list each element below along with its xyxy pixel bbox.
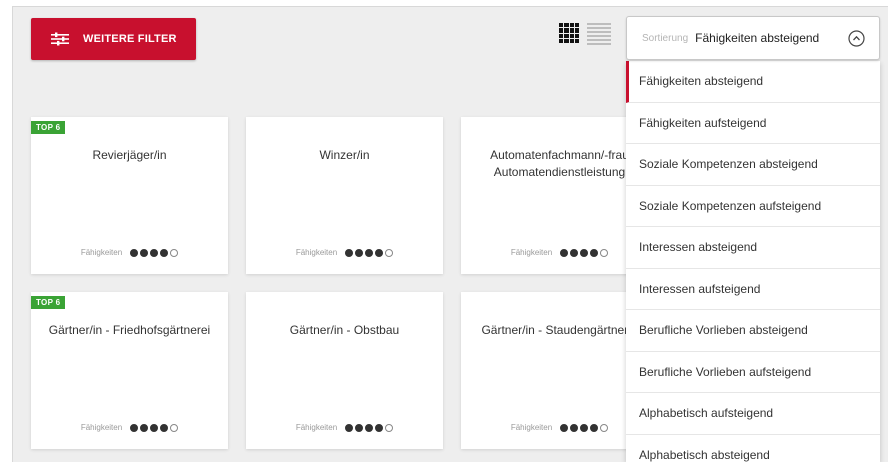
- rating-dot-empty: [600, 248, 609, 257]
- rating-dot-filled: [345, 423, 354, 432]
- rating-dot-filled: [580, 248, 589, 257]
- job-title: Revierjäger/in: [92, 148, 167, 162]
- sort-option[interactable]: Interessen aufsteigend: [626, 269, 880, 310]
- job-title: Gärtner/in - Staudengärtnerei: [481, 323, 638, 337]
- rating-dot-filled: [365, 248, 374, 257]
- sliders-icon: [51, 32, 69, 46]
- job-card[interactable]: TOP 6 Revierjäger/in Fähigkeiten: [31, 117, 228, 274]
- rating-dot-filled: [140, 423, 149, 432]
- job-title: Gärtner/in - Friedhofsgärtnerei: [48, 323, 211, 337]
- rating-dots: [560, 423, 609, 432]
- chevron-up-circle-icon: [848, 30, 865, 47]
- rating-dot-filled: [150, 248, 159, 257]
- sort-option[interactable]: Fähigkeiten absteigend: [626, 61, 880, 103]
- sort-option[interactable]: Soziale Kompetenzen aufsteigend: [626, 186, 880, 227]
- sort-selected-value: Fähigkeiten absteigend: [695, 31, 820, 45]
- job-title: Automatenfachmann/-frau Automatendienstl…: [490, 148, 629, 179]
- rating-dot-filled: [590, 248, 599, 257]
- rating-dot-empty: [385, 248, 394, 257]
- skill-label: Fähigkeiten: [295, 248, 338, 257]
- skill-label: Fähigkeiten: [510, 423, 553, 432]
- skill-label: Fähigkeiten: [510, 248, 553, 257]
- rating-dot-filled: [130, 248, 139, 257]
- grid-view-icon[interactable]: [559, 23, 579, 43]
- job-title: Winzer/in: [319, 148, 370, 162]
- rating-dot-filled: [150, 423, 159, 432]
- sort-option[interactable]: Fähigkeiten aufsteigend: [626, 103, 880, 144]
- rating-dot-filled: [355, 423, 364, 432]
- job-title: Gärtner/in - Obstbau: [289, 323, 400, 337]
- sort-select[interactable]: Sortierung Fähigkeiten absteigend: [626, 16, 880, 60]
- skill-rating: Fähigkeiten: [246, 248, 443, 257]
- rating-dots: [345, 248, 394, 257]
- rating-dot-filled: [160, 423, 169, 432]
- top-badge: TOP 6: [31, 121, 66, 134]
- rating-dot-empty: [170, 423, 179, 432]
- skill-rating: Fähigkeiten: [31, 423, 228, 432]
- rating-dot-empty: [170, 248, 179, 257]
- more-filters-label: WEITERE FILTER: [83, 33, 177, 45]
- rating-dot-filled: [590, 423, 599, 432]
- rating-dot-filled: [375, 423, 384, 432]
- sort-option[interactable]: Soziale Kompetenzen absteigend: [626, 144, 880, 186]
- rating-dot-filled: [140, 248, 149, 257]
- job-card[interactable]: TOP 6 Gärtner/in - Friedhofsgärtnerei Fähi…: [31, 292, 228, 449]
- sort-option[interactable]: Berufliche Vorlieben aufsteigend: [626, 352, 880, 393]
- rating-dot-filled: [560, 423, 569, 432]
- sort-label: Sortierung: [642, 32, 689, 44]
- skill-rating: Fähigkeiten: [31, 248, 228, 257]
- sort-option[interactable]: Berufliche Vorlieben absteigend: [626, 310, 880, 352]
- rating-dots: [130, 423, 179, 432]
- rating-dot-filled: [345, 248, 354, 257]
- sort-option[interactable]: Alphabetisch absteigend: [626, 435, 880, 462]
- rating-dot-filled: [570, 248, 579, 257]
- sort-option[interactable]: Alphabetisch aufsteigend: [626, 393, 880, 435]
- top-badge: TOP 6: [31, 296, 66, 309]
- rating-dot-filled: [160, 248, 169, 257]
- rating-dots: [130, 248, 179, 257]
- rating-dot-filled: [375, 248, 384, 257]
- sort-option[interactable]: Interessen absteigend: [626, 227, 880, 269]
- more-filters-button[interactable]: WEITERE FILTER: [31, 18, 196, 60]
- skill-rating: Fähigkeiten: [246, 423, 443, 432]
- rating-dots: [560, 248, 609, 257]
- rating-dot-filled: [355, 248, 364, 257]
- rating-dot-filled: [560, 248, 569, 257]
- skill-label: Fähigkeiten: [295, 423, 338, 432]
- skill-label: Fähigkeiten: [80, 248, 123, 257]
- list-view-icon[interactable]: [587, 23, 611, 45]
- rating-dot-empty: [600, 423, 609, 432]
- sort-dropdown-menu: Fähigkeiten absteigend Fähigkeiten aufste…: [626, 61, 880, 462]
- rating-dot-empty: [385, 423, 394, 432]
- rating-dot-filled: [580, 423, 589, 432]
- job-card[interactable]: Gärtner/in - Obstbau Fähigkeiten: [246, 292, 443, 449]
- job-card[interactable]: Winzer/in Fähigkeiten: [246, 117, 443, 274]
- skill-label: Fähigkeiten: [80, 423, 123, 432]
- rating-dots: [345, 423, 394, 432]
- rating-dot-filled: [570, 423, 579, 432]
- rating-dot-filled: [130, 423, 139, 432]
- rating-dot-filled: [365, 423, 374, 432]
